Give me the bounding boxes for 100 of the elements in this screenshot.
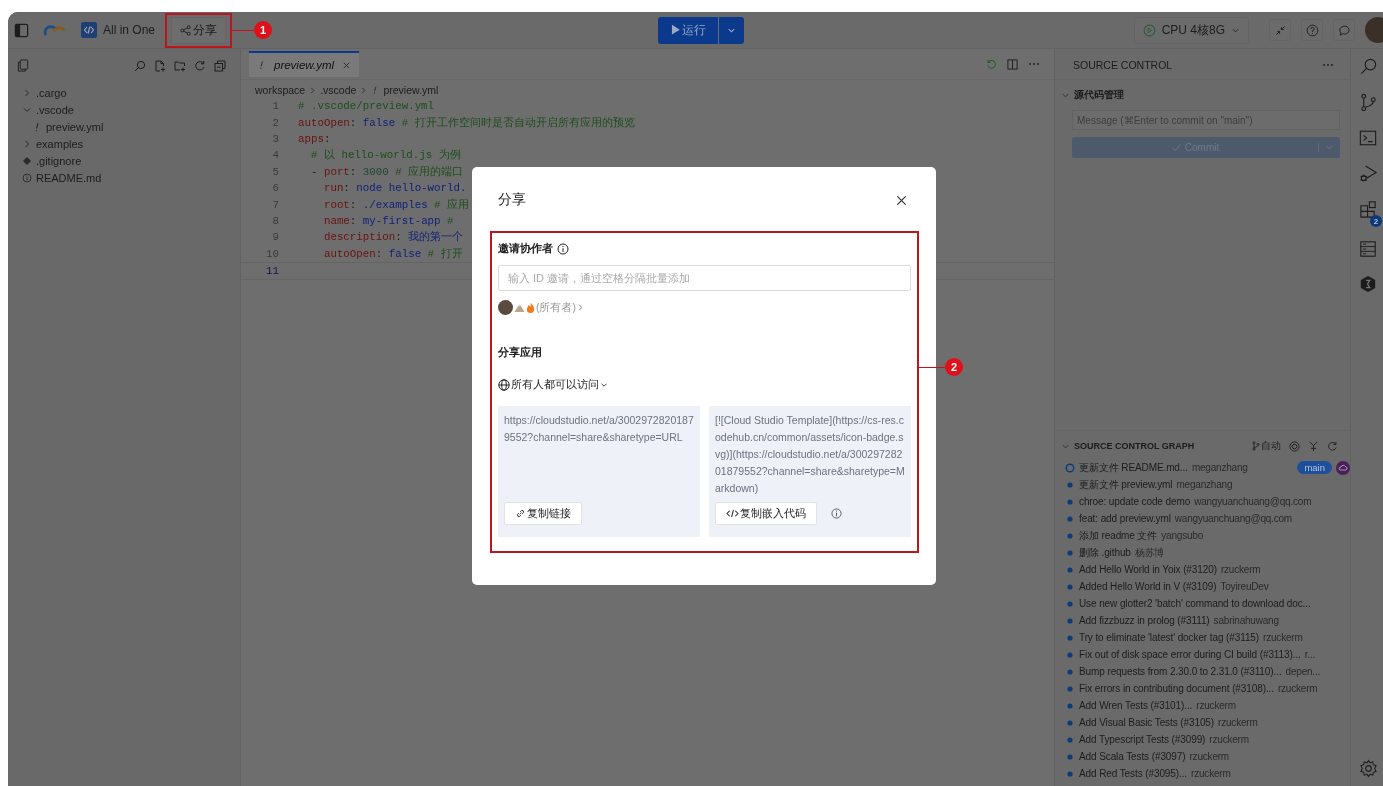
file-tree-item[interactable]: README.md: [36, 171, 102, 184]
code-line: apps:: [298, 132, 331, 145]
refresh-icon[interactable]: [194, 59, 206, 72]
commit-row[interactable]: Add fizzbuzz in prolog (#3111) sabrinahuwang: [1065, 612, 1350, 629]
link-icon: [515, 508, 526, 519]
search-icon[interactable]: [134, 59, 146, 72]
invite-input-field[interactable]: 输入 ID 邀请，通过空格分隔批量添加: [498, 265, 911, 291]
new-file-icon[interactable]: [154, 59, 166, 72]
close-icon[interactable]: [896, 194, 907, 206]
sidebar-toggle-icon[interactable]: [14, 22, 29, 38]
source-control-icon[interactable]: [1359, 93, 1378, 112]
globe-icon: [498, 378, 510, 391]
commit-row[interactable]: Add Typescript Tests (#3099) rzuckerm: [1065, 731, 1350, 748]
run-debug-icon[interactable]: [1359, 164, 1378, 183]
info-icon[interactable]: [557, 242, 569, 255]
workspace-name: All in One: [103, 23, 156, 37]
chevron-right-icon: [309, 85, 317, 95]
code-line: root: ./examples # 应用: [322, 197, 470, 212]
mountain-icon: [514, 302, 525, 313]
file-tree-item[interactable]: .cargo: [36, 86, 67, 99]
commit-row[interactable]: chroe: update code demo wangyuanchuang@qq.com: [1065, 493, 1350, 510]
settings-icon[interactable]: [1359, 759, 1378, 778]
commit-row[interactable]: Use new glotter2 'batch' command to download doc...: [1065, 595, 1350, 612]
code-line: autoOpen: false # 打开工作空间时是否自动开启所有应用的预览: [298, 115, 635, 130]
new-folder-icon[interactable]: [174, 59, 186, 72]
commit-row[interactable]: feat: add preview.yml wangyuanchuang@qq.com: [1065, 510, 1350, 527]
chat-icon: [1337, 23, 1351, 37]
access-dropdown[interactable]: 所有人都可以访问: [498, 377, 608, 392]
chat-button[interactable]: [1333, 19, 1355, 41]
code-line: name: my-first-app #: [322, 214, 454, 227]
file-tree-item[interactable]: .gitignore: [36, 154, 82, 167]
play-circle-icon: [1142, 23, 1156, 37]
help-icon: [1305, 23, 1319, 37]
server-list-icon[interactable]: [1359, 240, 1377, 258]
panel-title: SOURCE CONTROL: [1073, 59, 1173, 71]
code-icon: [81, 22, 97, 38]
commit-row[interactable]: Fix errors in contributing document (#3108)... rzuckerm: [1065, 680, 1350, 697]
chevron-right-icon: [360, 85, 368, 95]
split-editor-icon[interactable]: [1007, 58, 1018, 70]
check-icon: [1170, 142, 1182, 153]
commit-row[interactable]: Add Red Tests (#3095)... rzuckerm: [1065, 765, 1350, 782]
refresh-icon[interactable]: [1327, 440, 1338, 452]
commit-row[interactable]: 添加 readme 文件 yangsubo: [1065, 527, 1350, 544]
breadcrumb-item[interactable]: workspace: [255, 84, 306, 96]
hexagon-logo-icon[interactable]: [1359, 275, 1377, 293]
target-icon[interactable]: [1289, 440, 1300, 452]
help-button[interactable]: [1301, 19, 1323, 41]
code-line: # .vscode/preview.yml: [298, 100, 435, 113]
breadcrumb-item[interactable]: preview.yml: [383, 84, 439, 96]
auto-toggle[interactable]: 自动: [1252, 439, 1281, 453]
collapse-button[interactable]: [1269, 19, 1291, 41]
commit-row[interactable]: Bump requests from 2.30.0 to 2.31.0 (#3110)... depen...: [1065, 663, 1350, 680]
copy-button[interactable]: 复制嵌入代码: [715, 502, 817, 525]
logo-icon[interactable]: [43, 23, 67, 37]
cloud-icon: [1336, 460, 1350, 475]
commit-row[interactable]: Try to eliminate 'latest' docker tag (#3115) rzuckerm: [1065, 629, 1350, 646]
fire-icon: [526, 302, 535, 313]
code-line: autoOpen: false # 打开: [322, 246, 463, 261]
chevron-right-icon[interactable]: [577, 303, 584, 312]
revert-icon[interactable]: [986, 58, 997, 70]
notification-badge: 2: [1370, 215, 1382, 227]
extensions-icon[interactable]: [1359, 200, 1378, 219]
exclamation-icon: [257, 60, 266, 70]
copy-button[interactable]: 复制链接: [504, 502, 582, 525]
commit-row[interactable]: 更新文件 README.md... meganzhang main: [1065, 459, 1350, 476]
section-title: 源代码管理: [1074, 88, 1124, 102]
file-tree-item[interactable]: .vscode: [36, 103, 74, 116]
share-button[interactable]: 分享: [171, 16, 227, 44]
info-icon[interactable]: [831, 508, 842, 519]
commit-row[interactable]: Added Hello World in V (#3109) ToyireuDev: [1065, 578, 1350, 595]
commit-row[interactable]: Add Hello World in Yoix (#3120) rzuckerm: [1065, 561, 1350, 578]
chevron-right-icon[interactable]: [22, 87, 32, 98]
file-tree-item[interactable]: examples: [36, 137, 84, 150]
branch-tag: main: [1297, 461, 1332, 474]
run-button[interactable]: ▶运行: [657, 16, 718, 44]
callout-number: 1: [254, 21, 273, 39]
avatar[interactable]: [498, 300, 513, 315]
collapse-all-icon[interactable]: [214, 59, 226, 72]
run-options-button[interactable]: [718, 16, 744, 44]
commit-row[interactable]: Add Wren Tests (#3101)... rzuckerm: [1065, 697, 1350, 714]
line-number: 11: [265, 265, 280, 278]
commit-row[interactable]: 更新文件 preview.yml meganzhang: [1065, 476, 1350, 493]
files-icon[interactable]: [17, 59, 30, 72]
collapse-arrows-icon: [1274, 24, 1286, 36]
section-title: SOURCE CONTROL GRAPH: [1074, 441, 1195, 451]
search-icon[interactable]: [1359, 57, 1378, 76]
chevron-right-icon[interactable]: [22, 138, 32, 149]
section-label: 邀请协作者: [498, 241, 553, 256]
more-icon[interactable]: [1028, 62, 1040, 66]
file-tree-item[interactable]: preview.yml: [46, 120, 104, 133]
embed-code-text: [![Cloud Studio Template](https://cs-res.codehub.cn/common/assets/icon-badge.svg)](https://cloudstudio.net/a/30029728201879552?channel=share&sharetype=Markdown): [715, 413, 905, 496]
breadcrumb-item[interactable]: .vscode: [320, 84, 357, 96]
commit-row[interactable]: Add Scala Tests (#3097) rzuckerm: [1065, 748, 1350, 765]
code-line: # 以 hello-world.js 为例: [309, 148, 461, 163]
machine-selector[interactable]: CPU 4核8G: [1133, 16, 1249, 44]
terminal-icon[interactable]: [1359, 129, 1377, 147]
more-icon[interactable]: [1322, 63, 1334, 67]
commit-row[interactable]: Add Visual Basic Tests (#3105) rzuckerm: [1065, 714, 1350, 731]
branch-icon: [1252, 441, 1260, 451]
editor-tab[interactable]: preview.yml: [249, 51, 360, 77]
